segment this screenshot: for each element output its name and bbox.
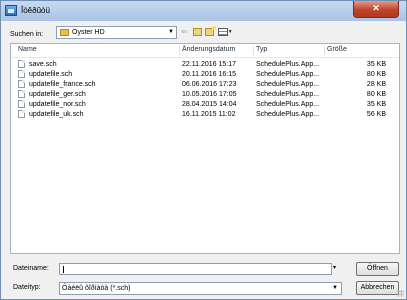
column-header-date[interactable]: Änderungsdatum bbox=[182, 44, 235, 56]
file-name: updatefile_france.sch bbox=[29, 81, 96, 88]
file-icon bbox=[18, 60, 25, 68]
close-button[interactable]: ✕ bbox=[353, 1, 399, 18]
file-name: updatefile.sch bbox=[29, 71, 73, 78]
file-type: SchedulePlus.App... bbox=[256, 91, 320, 98]
file-size: 80 KB bbox=[366, 91, 386, 98]
chevron-down-icon[interactable]: ▼ bbox=[168, 29, 174, 35]
filetype-select[interactable]: Ôàéëû ôîðìàòà (*.sch) ▼ bbox=[59, 282, 342, 295]
file-row[interactable]: updatefile_ger.sch 10.05.2016 17:05 Sche… bbox=[11, 90, 399, 99]
nav-toolbar: ⇐ ▼ bbox=[181, 25, 235, 36]
file-date: 06.06.2016 17:23 bbox=[182, 81, 237, 88]
file-type: SchedulePlus.App... bbox=[256, 111, 320, 118]
resize-grip[interactable] bbox=[397, 290, 404, 297]
filetype-value: Ôàéëû ôîðìàòà (*.sch) bbox=[62, 285, 131, 292]
file-icon bbox=[18, 70, 25, 78]
look-in-label: Suchen in: bbox=[10, 31, 44, 38]
cancel-button[interactable]: Abbrechen bbox=[356, 281, 399, 295]
file-name: save.sch bbox=[29, 61, 57, 68]
file-type: SchedulePlus.App... bbox=[256, 71, 320, 78]
file-date: 20.11.2016 16:15 bbox=[182, 71, 236, 78]
file-row[interactable]: updatefile.sch 20.11.2016 16:15 Schedule… bbox=[11, 70, 399, 79]
filename-input[interactable] bbox=[59, 263, 332, 275]
file-date: 22.11.2016 15:17 bbox=[182, 61, 236, 68]
chevron-down-icon[interactable]: ▼ bbox=[332, 285, 338, 291]
sort-arrow-icon: ˆ bbox=[95, 43, 97, 49]
title-bar[interactable]: Îòêðûòü ✕ bbox=[1, 1, 406, 21]
file-row[interactable]: updatefile_france.sch 06.06.2016 17:23 S… bbox=[11, 80, 399, 89]
file-name: updatefile_nor.sch bbox=[29, 101, 86, 108]
view-menu-icon[interactable] bbox=[217, 27, 228, 36]
back-arrow-icon[interactable]: ⇐ bbox=[181, 27, 190, 36]
file-row[interactable]: updatefile_uk.sch 16.11.2015 11:02 Sched… bbox=[11, 110, 399, 119]
file-date: 16.11.2015 11:02 bbox=[182, 111, 236, 118]
location-value: Oyster HD bbox=[72, 29, 105, 36]
text-caret bbox=[63, 266, 64, 273]
file-row[interactable]: updatefile_nor.sch 28.04.2015 14:04 Sche… bbox=[11, 100, 399, 109]
file-name: updatefile_uk.sch bbox=[29, 111, 84, 118]
file-date: 10.05.2016 17:05 bbox=[182, 91, 237, 98]
file-size: 35 KB bbox=[366, 101, 386, 108]
new-folder-icon[interactable] bbox=[204, 25, 216, 36]
file-type: SchedulePlus.App... bbox=[256, 101, 320, 108]
file-date: 28.04.2015 14:04 bbox=[182, 101, 237, 108]
open-button-label: Öffnen bbox=[367, 265, 388, 272]
file-size: 35 KB bbox=[366, 61, 386, 68]
file-size: 28 KB bbox=[366, 81, 386, 88]
cancel-button-label: Abbrechen bbox=[360, 284, 395, 291]
file-size: 80 KB bbox=[366, 71, 386, 78]
up-folder-icon[interactable] bbox=[192, 27, 202, 36]
file-icon bbox=[18, 90, 25, 98]
file-icon bbox=[18, 100, 25, 108]
filename-dropdown-arrow-icon[interactable]: ▾ bbox=[333, 264, 336, 271]
file-icon bbox=[18, 110, 25, 118]
column-divider[interactable] bbox=[179, 46, 180, 55]
location-combo[interactable]: Oyster HD ▼ bbox=[56, 26, 177, 39]
file-list[interactable]: Name ˆ Änderungsdatum Typ Größe save.sch… bbox=[10, 43, 400, 254]
open-file-dialog: Îòêðûòü ✕ Suchen in: Oyster HD ▼ ⇐ ▼ Name… bbox=[0, 0, 407, 300]
file-row[interactable]: save.sch 22.11.2016 15:17 SchedulePlus.A… bbox=[11, 60, 399, 69]
window-title: Îòêðûòü bbox=[21, 6, 50, 15]
column-header-size[interactable]: Größe bbox=[327, 44, 347, 56]
file-size: 56 KB bbox=[366, 111, 386, 118]
open-button[interactable]: Öffnen bbox=[356, 262, 399, 276]
view-menu-arrow-icon[interactable]: ▼ bbox=[228, 29, 235, 35]
column-divider[interactable] bbox=[253, 46, 254, 55]
file-icon bbox=[18, 80, 25, 88]
column-header-name[interactable]: Name bbox=[18, 44, 37, 56]
column-header-type[interactable]: Typ bbox=[256, 44, 267, 56]
column-header-row: Name ˆ Änderungsdatum Typ Größe bbox=[11, 43, 399, 58]
file-name: updatefile_ger.sch bbox=[29, 91, 86, 98]
file-type: SchedulePlus.App... bbox=[256, 61, 320, 68]
filename-label: Dateiname: bbox=[13, 265, 49, 272]
file-type: SchedulePlus.App... bbox=[256, 81, 320, 88]
app-icon bbox=[5, 5, 17, 16]
folder-icon bbox=[60, 29, 69, 36]
close-icon: ✕ bbox=[372, 3, 380, 13]
column-divider[interactable] bbox=[324, 46, 325, 55]
filetype-label: Dateityp: bbox=[13, 284, 41, 291]
